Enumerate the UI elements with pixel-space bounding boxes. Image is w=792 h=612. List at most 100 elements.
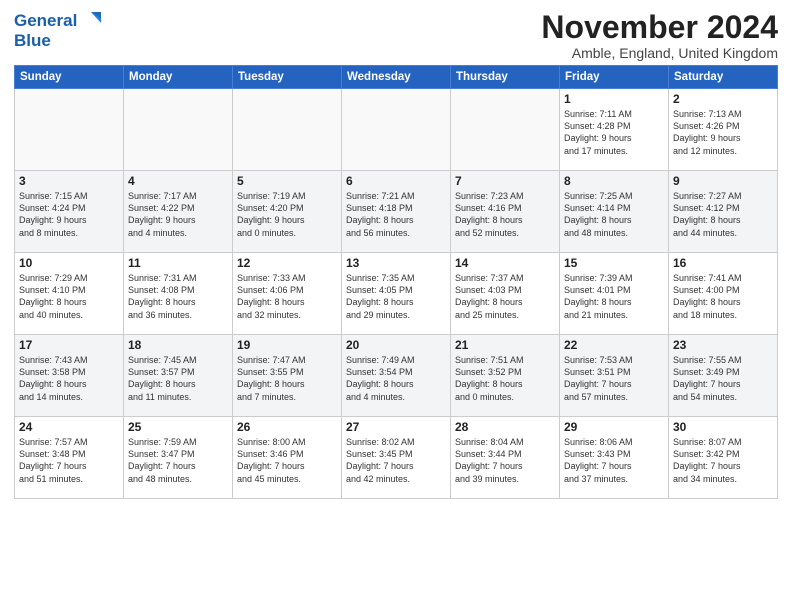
day-number: 9: [673, 174, 773, 188]
logo: General Blue: [14, 10, 101, 51]
day-number: 20: [346, 338, 446, 352]
calendar-week-row: 17 Sunrise: 7:43 AMSunset: 3:58 PMDayligh…: [15, 335, 778, 417]
day-info: Sunrise: 7:49 AMSunset: 3:54 PMDaylight:…: [346, 354, 446, 403]
table-row: 5Sunrise: 7:19 AMSunset: 4:20 PMDaylight…: [233, 171, 342, 253]
day-info: Sunrise: 7:31 AMSunset: 4:08 PMDaylight:…: [128, 272, 228, 321]
day-info: Sunrise: 7:29 AMSunset: 4:10 PMDaylight:…: [19, 272, 119, 321]
calendar-week-row: 24 Sunrise: 7:57 AMSunset: 3:48 PMDayligh…: [15, 417, 778, 499]
table-row: 16 Sunrise: 7:41 AMSunset: 4:00 PMDayligh…: [669, 253, 778, 335]
table-row: 29 Sunrise: 8:06 AMSunset: 3:43 PMDayligh…: [560, 417, 669, 499]
day-info: Sunrise: 8:07 AMSunset: 3:42 PMDaylight:…: [673, 436, 773, 485]
logo-blue: Blue: [14, 32, 51, 51]
day-info: Sunrise: 7:33 AMSunset: 4:06 PMDaylight:…: [237, 272, 337, 321]
table-row: 21 Sunrise: 7:51 AMSunset: 3:52 PMDayligh…: [451, 335, 560, 417]
day-number: 13: [346, 256, 446, 270]
day-info: Sunrise: 7:15 AMSunset: 4:24 PMDaylight:…: [19, 190, 119, 239]
day-info: Sunrise: 7:45 AMSunset: 3:57 PMDaylight:…: [128, 354, 228, 403]
day-info: Sunrise: 7:55 AMSunset: 3:49 PMDaylight:…: [673, 354, 773, 403]
col-saturday: Saturday: [669, 66, 778, 89]
logo-icon: [79, 10, 101, 32]
day-info: Sunrise: 7:27 AMSunset: 4:12 PMDaylight:…: [673, 190, 773, 239]
day-info: Sunrise: 7:37 AMSunset: 4:03 PMDaylight:…: [455, 272, 555, 321]
day-number: 27: [346, 420, 446, 434]
table-row: 18 Sunrise: 7:45 AMSunset: 3:57 PMDayligh…: [124, 335, 233, 417]
day-info: Sunrise: 8:04 AMSunset: 3:44 PMDaylight:…: [455, 436, 555, 485]
day-number: 5: [237, 174, 337, 188]
table-row: 22 Sunrise: 7:53 AMSunset: 3:51 PMDayligh…: [560, 335, 669, 417]
col-wednesday: Wednesday: [342, 66, 451, 89]
day-number: 2: [673, 92, 773, 106]
subtitle: Amble, England, United Kingdom: [541, 45, 778, 61]
day-number: 3: [19, 174, 119, 188]
table-row: 20 Sunrise: 7:49 AMSunset: 3:54 PMDayligh…: [342, 335, 451, 417]
calendar: Sunday Monday Tuesday Wednesday Thursday…: [14, 65, 778, 499]
day-info: Sunrise: 7:53 AMSunset: 3:51 PMDaylight:…: [564, 354, 664, 403]
day-number: 4: [128, 174, 228, 188]
table-row: 3 Sunrise: 7:15 AMSunset: 4:24 PMDaylight…: [15, 171, 124, 253]
table-row: 6 Sunrise: 7:21 AMSunset: 4:18 PMDaylight…: [342, 171, 451, 253]
day-info: Sunrise: 7:13 AMSunset: 4:26 PMDaylight:…: [673, 108, 773, 157]
day-number: 22: [564, 338, 664, 352]
day-number: 6: [346, 174, 446, 188]
day-number: 16: [673, 256, 773, 270]
day-number: 23: [673, 338, 773, 352]
day-info: Sunrise: 7:43 AMSunset: 3:58 PMDaylight:…: [19, 354, 119, 403]
table-row: 17 Sunrise: 7:43 AMSunset: 3:58 PMDayligh…: [15, 335, 124, 417]
day-info: Sunrise: 7:25 AMSunset: 4:14 PMDaylight:…: [564, 190, 664, 239]
table-row: 26Sunrise: 8:00 AMSunset: 3:46 PMDayligh…: [233, 417, 342, 499]
day-info: Sunrise: 7:41 AMSunset: 4:00 PMDaylight:…: [673, 272, 773, 321]
calendar-week-row: 3 Sunrise: 7:15 AMSunset: 4:24 PMDaylight…: [15, 171, 778, 253]
col-tuesday: Tuesday: [233, 66, 342, 89]
day-number: 8: [564, 174, 664, 188]
col-monday: Monday: [124, 66, 233, 89]
table-row: 19Sunrise: 7:47 AMSunset: 3:55 PMDayligh…: [233, 335, 342, 417]
day-info: Sunrise: 7:23 AMSunset: 4:16 PMDaylight:…: [455, 190, 555, 239]
table-row: 11Sunrise: 7:31 AMSunset: 4:08 PMDayligh…: [124, 253, 233, 335]
table-row: 2 Sunrise: 7:13 AMSunset: 4:26 PMDaylight…: [669, 89, 778, 171]
table-row: [451, 89, 560, 171]
day-info: Sunrise: 8:06 AMSunset: 3:43 PMDaylight:…: [564, 436, 664, 485]
day-number: 7: [455, 174, 555, 188]
day-info: Sunrise: 7:51 AMSunset: 3:52 PMDaylight:…: [455, 354, 555, 403]
table-row: 10 Sunrise: 7:29 AMSunset: 4:10 PMDayligh…: [15, 253, 124, 335]
table-row: 8 Sunrise: 7:25 AMSunset: 4:14 PMDaylight…: [560, 171, 669, 253]
day-info: Sunrise: 7:17 AMSunset: 4:22 PMDaylight:…: [128, 190, 228, 239]
day-number: 24: [19, 420, 119, 434]
day-number: 19: [237, 338, 337, 352]
table-row: 24 Sunrise: 7:57 AMSunset: 3:48 PMDayligh…: [15, 417, 124, 499]
month-title: November 2024: [541, 10, 778, 45]
day-info: Sunrise: 7:39 AMSunset: 4:01 PMDaylight:…: [564, 272, 664, 321]
day-info: Sunrise: 7:35 AMSunset: 4:05 PMDaylight:…: [346, 272, 446, 321]
title-block: November 2024 Amble, England, United Kin…: [541, 10, 778, 61]
day-number: 18: [128, 338, 228, 352]
day-info: Sunrise: 8:02 AMSunset: 3:45 PMDaylight:…: [346, 436, 446, 485]
day-number: 21: [455, 338, 555, 352]
table-row: 12 Sunrise: 7:33 AMSunset: 4:06 PMDayligh…: [233, 253, 342, 335]
table-row: 7 Sunrise: 7:23 AMSunset: 4:16 PMDaylight…: [451, 171, 560, 253]
day-info: Sunrise: 7:57 AMSunset: 3:48 PMDaylight:…: [19, 436, 119, 485]
day-number: 10: [19, 256, 119, 270]
day-number: 17: [19, 338, 119, 352]
table-row: [342, 89, 451, 171]
day-number: 15: [564, 256, 664, 270]
table-row: 30 Sunrise: 8:07 AMSunset: 3:42 PMDayligh…: [669, 417, 778, 499]
logo-general: General: [14, 12, 77, 31]
calendar-week-row: 1 Sunrise: 7:11 AMSunset: 4:28 PMDaylight…: [15, 89, 778, 171]
day-info: Sunrise: 8:00 AMSunset: 3:46 PMDaylight:…: [237, 436, 337, 485]
day-number: 29: [564, 420, 664, 434]
table-row: 13 Sunrise: 7:35 AMSunset: 4:05 PMDayligh…: [342, 253, 451, 335]
day-number: 30: [673, 420, 773, 434]
day-number: 14: [455, 256, 555, 270]
table-row: 14 Sunrise: 7:37 AMSunset: 4:03 PMDayligh…: [451, 253, 560, 335]
day-number: 28: [455, 420, 555, 434]
day-number: 1: [564, 92, 664, 106]
day-number: 12: [237, 256, 337, 270]
col-thursday: Thursday: [451, 66, 560, 89]
table-row: 28 Sunrise: 8:04 AMSunset: 3:44 PMDayligh…: [451, 417, 560, 499]
table-row: 23 Sunrise: 7:55 AMSunset: 3:49 PMDayligh…: [669, 335, 778, 417]
day-info: Sunrise: 7:11 AMSunset: 4:28 PMDaylight:…: [564, 108, 664, 157]
table-row: 1 Sunrise: 7:11 AMSunset: 4:28 PMDaylight…: [560, 89, 669, 171]
table-row: 9 Sunrise: 7:27 AMSunset: 4:12 PMDaylight…: [669, 171, 778, 253]
table-row: [233, 89, 342, 171]
day-info: Sunrise: 7:21 AMSunset: 4:18 PMDaylight:…: [346, 190, 446, 239]
